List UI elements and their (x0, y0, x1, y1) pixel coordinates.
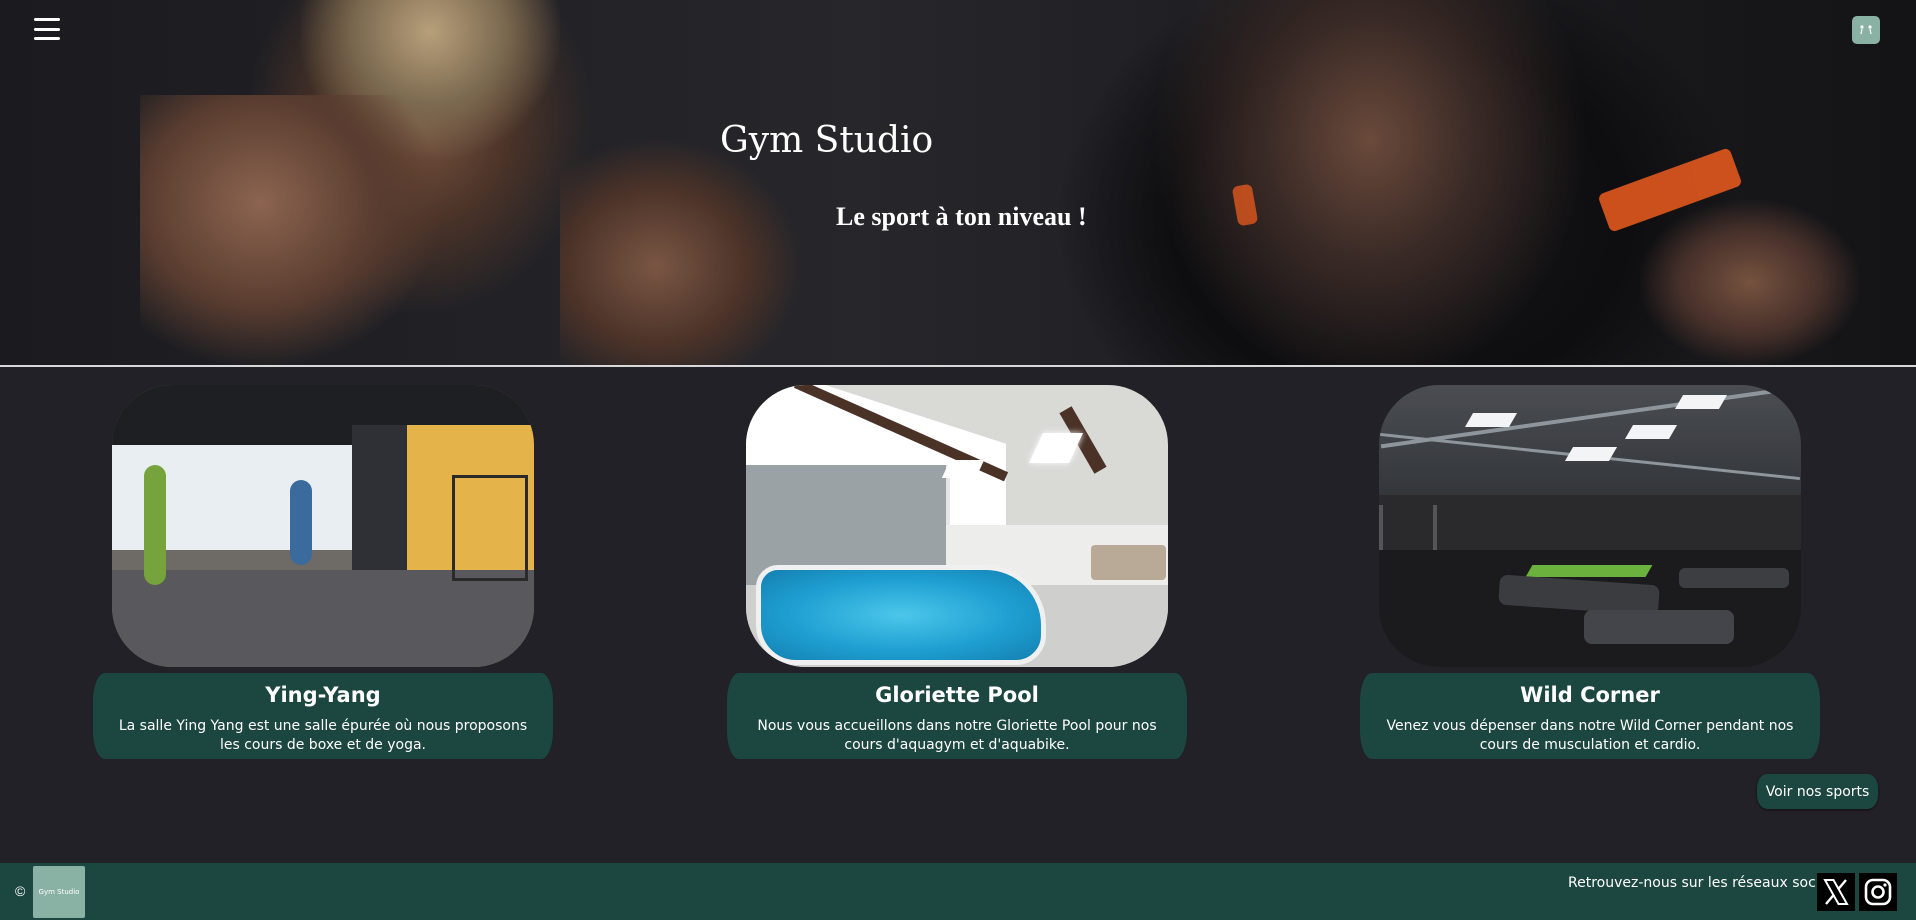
footer-logo-text: Gym Studio (38, 888, 80, 896)
page-title: Gym Studio (720, 120, 934, 161)
room-card-title: Wild Corner (1520, 683, 1660, 707)
room-card-title: Gloriette Pool (875, 683, 1039, 707)
logo-figures-icon (1860, 25, 1872, 35)
room-card-description: La salle Ying Yang est une salle épurée … (118, 718, 528, 753)
room-photo-wild-corner (1379, 385, 1801, 667)
x-logo-icon (1823, 879, 1849, 905)
hero-image-man-stripe (1231, 183, 1259, 227)
room-card-info: Ying-Yang La salle Ying Yang est une sal… (93, 673, 553, 759)
hamburger-menu-icon[interactable] (34, 18, 60, 40)
gym-studio-logo[interactable] (1852, 16, 1880, 44)
hero-image-man-arm (1640, 200, 1860, 365)
room-card-title: Ying-Yang (265, 683, 381, 707)
social-text: Retrouvez-nous sur les réseaux sociaux : (1568, 875, 1855, 891)
room-photo-ying-yang (112, 385, 534, 667)
instagram-icon[interactable] (1859, 873, 1897, 911)
room-photo-gloriette-pool (746, 385, 1168, 667)
x-icon[interactable] (1817, 873, 1855, 911)
page-tagline: Le sport à ton niveau ! (836, 202, 1087, 231)
room-card-info: Wild Corner Venez vous dépenser dans not… (1360, 673, 1820, 759)
footer: © Gym Studio Retrouvez-nous sur les rése… (0, 863, 1916, 920)
room-card-description: Venez vous dépenser dans notre Wild Corn… (1386, 718, 1794, 753)
hero-banner: Gym Studio Le sport à ton niveau ! (0, 0, 1916, 367)
room-card-info: Gloriette Pool Nous vous accueillons dan… (727, 673, 1187, 759)
footer-logo[interactable]: Gym Studio (33, 866, 85, 918)
instagram-logo-icon (1864, 878, 1892, 906)
copyright-symbol: © (15, 883, 26, 899)
hero-image-woman-arm-right (560, 140, 800, 365)
room-card-description: Nous vous accueillons dans notre Gloriet… (757, 718, 1157, 753)
see-sports-button[interactable]: Voir nos sports (1757, 774, 1878, 809)
hero-image-woman-arm (140, 95, 440, 365)
